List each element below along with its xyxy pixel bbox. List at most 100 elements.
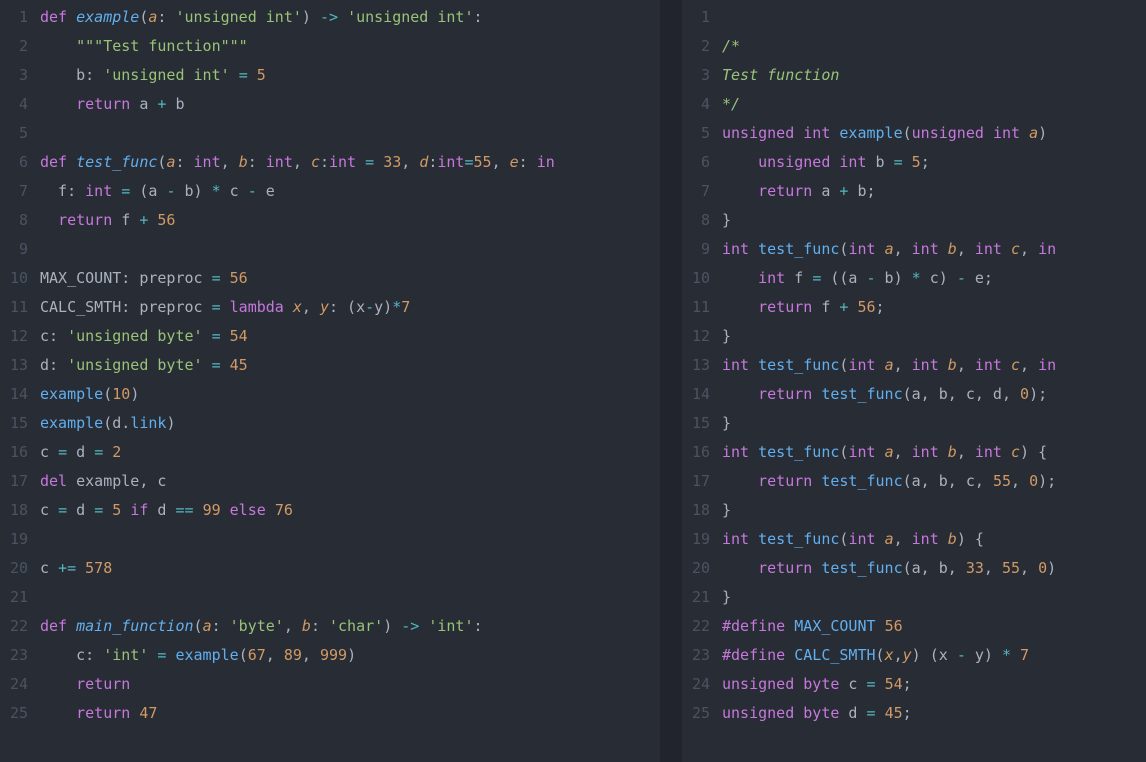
- code-line[interactable]: [40, 525, 555, 554]
- left-editor-pane[interactable]: 1234567891011121314151617181920212223242…: [0, 0, 660, 762]
- line-number: 21: [0, 583, 34, 612]
- code-line[interactable]: [40, 119, 555, 148]
- line-number: 15: [682, 409, 716, 438]
- token-var: [374, 153, 383, 171]
- code-line[interactable]: }: [722, 496, 1056, 525]
- token-var: ,: [284, 617, 302, 635]
- code-line[interactable]: }: [722, 206, 1056, 235]
- code-line[interactable]: int test_func(int a, int b) {: [722, 525, 1056, 554]
- token-op: -: [867, 269, 876, 287]
- token-var: ,: [1011, 472, 1029, 490]
- code-line[interactable]: }: [722, 409, 1056, 438]
- code-line[interactable]: [40, 235, 555, 264]
- token-var: [812, 559, 821, 577]
- code-line[interactable]: c: 'int' = example(67, 89, 999): [40, 641, 555, 670]
- token-fn: example: [76, 8, 139, 26]
- code-line[interactable]: Test function: [722, 61, 1056, 90]
- code-line[interactable]: unsigned int b = 5;: [722, 148, 1056, 177]
- token-op: ->: [320, 8, 338, 26]
- left-code[interactable]: def example(a: 'unsigned int') -> 'unsig…: [40, 3, 555, 728]
- code-line[interactable]: b: 'unsigned int' = 5: [40, 61, 555, 90]
- line-number: 17: [0, 467, 34, 496]
- code-line[interactable]: unsigned byte d = 45;: [722, 699, 1056, 728]
- line-number: 21: [682, 583, 716, 612]
- token-var: b;: [848, 182, 875, 200]
- code-line[interactable]: return a + b: [40, 90, 555, 119]
- code-line[interactable]: int test_func(int a, int b, int c) {: [722, 438, 1056, 467]
- code-line[interactable]: CALC_SMTH: preproc = lambda x, y: (x-y)*…: [40, 293, 555, 322]
- code-line[interactable]: c: 'unsigned byte' = 54: [40, 322, 555, 351]
- token-var: (a, b, c,: [903, 472, 993, 490]
- line-number: 6: [682, 148, 716, 177]
- code-line[interactable]: c += 578: [40, 554, 555, 583]
- token-op: =: [812, 269, 821, 287]
- code-line[interactable]: return f + 56: [40, 206, 555, 235]
- code-line[interactable]: MAX_COUNT: preproc = 56: [40, 264, 555, 293]
- code-line[interactable]: }: [722, 322, 1056, 351]
- code-line[interactable]: def example(a: 'unsigned int') -> 'unsig…: [40, 3, 555, 32]
- code-line[interactable]: */: [722, 90, 1056, 119]
- line-number: 8: [0, 206, 34, 235]
- token-var: d: [839, 704, 866, 722]
- code-line[interactable]: }: [722, 583, 1056, 612]
- token-fn2: test_func: [758, 443, 839, 461]
- code-line[interactable]: return a + b;: [722, 177, 1056, 206]
- token-var: [812, 472, 821, 490]
- token-typ: int: [722, 356, 749, 374]
- token-op: =: [94, 443, 103, 461]
- code-line[interactable]: [40, 583, 555, 612]
- line-number: 2: [0, 32, 34, 61]
- code-line[interactable]: unsigned byte c = 54;: [722, 670, 1056, 699]
- token-par: a: [885, 356, 894, 374]
- token-str: 'unsigned int': [103, 66, 229, 84]
- token-var: [1002, 443, 1011, 461]
- code-line[interactable]: #define CALC_SMTH(x,y) (x - y) * 7: [722, 641, 1056, 670]
- token-var: [749, 443, 758, 461]
- token-typ: byte: [803, 675, 839, 693]
- code-line[interactable]: /*: [722, 32, 1056, 61]
- code-line[interactable]: int test_func(int a, int b, int c, in: [722, 235, 1056, 264]
- right-editor-pane[interactable]: 1234567891011121314151617181920212223242…: [682, 0, 1146, 762]
- token-typ: int: [266, 153, 293, 171]
- code-line[interactable]: example(d.link): [40, 409, 555, 438]
- token-kw: def: [40, 617, 76, 635]
- code-line[interactable]: c = d = 2: [40, 438, 555, 467]
- code-line[interactable]: int f = ((a - b) * c) - e;: [722, 264, 1056, 293]
- token-typ: unsigned: [722, 704, 794, 722]
- code-line[interactable]: del example, c: [40, 467, 555, 496]
- code-line[interactable]: f: int = (a - b) * c - e: [40, 177, 555, 206]
- token-var: [749, 530, 758, 548]
- token-var: b:: [40, 66, 103, 84]
- line-number: 11: [0, 293, 34, 322]
- code-line[interactable]: unsigned int example(unsigned int a): [722, 119, 1056, 148]
- code-line[interactable]: d: 'unsigned byte' = 45: [40, 351, 555, 380]
- code-line[interactable]: return f + 56;: [722, 293, 1056, 322]
- code-line[interactable]: return test_func(a, b, c, 55, 0);: [722, 467, 1056, 496]
- token-kw: else: [230, 501, 266, 519]
- token-var: [794, 124, 803, 142]
- token-var: }: [722, 211, 731, 229]
- code-line[interactable]: return test_func(a, b, c, d, 0);: [722, 380, 1056, 409]
- token-var: ): [302, 8, 320, 26]
- code-line[interactable]: return: [40, 670, 555, 699]
- code-line[interactable]: def test_func(a: int, b: int, c:int = 33…: [40, 148, 555, 177]
- token-var: [130, 704, 139, 722]
- code-line[interactable]: return 47: [40, 699, 555, 728]
- code-line[interactable]: #define MAX_COUNT 56: [722, 612, 1056, 641]
- token-call: test_func: [821, 385, 902, 403]
- token-op: *: [912, 269, 921, 287]
- code-line[interactable]: c = d = 5 if d == 99 else 76: [40, 496, 555, 525]
- token-var: (a: [130, 182, 166, 200]
- code-line[interactable]: example(10): [40, 380, 555, 409]
- token-num: 33: [383, 153, 401, 171]
- token-var: (: [239, 646, 248, 664]
- code-line[interactable]: def main_function(a: 'byte', b: 'char') …: [40, 612, 555, 641]
- token-par: c: [311, 153, 320, 171]
- code-line[interactable]: [722, 3, 1056, 32]
- code-line[interactable]: int test_func(int a, int b, int c, in: [722, 351, 1056, 380]
- right-code[interactable]: /*Test function*/unsigned int example(un…: [722, 3, 1056, 728]
- code-line[interactable]: """Test function""": [40, 32, 555, 61]
- pane-divider[interactable]: [660, 0, 682, 762]
- token-call: example: [40, 414, 103, 432]
- code-line[interactable]: return test_func(a, b, 33, 55, 0): [722, 554, 1056, 583]
